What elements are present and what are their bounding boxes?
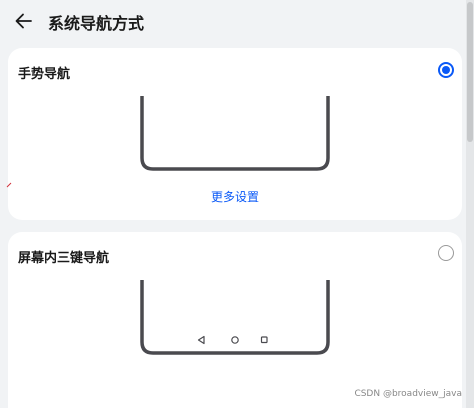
arrow-left-icon: [15, 13, 32, 29]
scrollbar-thumb[interactable]: [467, 2, 473, 142]
three-key-phone-illustration: [140, 280, 330, 355]
watermark: CSDN @broadview_java: [354, 389, 462, 399]
back-triangle-icon: [197, 335, 205, 345]
title-bar: 系统导航方式: [0, 0, 462, 42]
three-key-navigation-label: 屏幕内三键导航: [18, 251, 110, 266]
stray-mark: [6, 182, 12, 188]
gesture-phone-illustration: [140, 96, 330, 171]
three-key-navigation-option[interactable]: 屏幕内三键导航: [8, 232, 462, 408]
gesture-navigation-option[interactable]: 手势导航 更多设置: [8, 48, 462, 220]
three-key-navigation-radio[interactable]: [438, 245, 454, 261]
gesture-navigation-radio[interactable]: [438, 62, 454, 78]
home-circle-icon: [231, 336, 239, 344]
recents-square-icon: [260, 336, 268, 344]
gesture-navigation-label: 手势导航: [18, 67, 71, 82]
page-title: 系统导航方式: [48, 14, 145, 33]
more-settings-link[interactable]: 更多设置: [8, 188, 462, 205]
back-button[interactable]: [12, 9, 36, 33]
